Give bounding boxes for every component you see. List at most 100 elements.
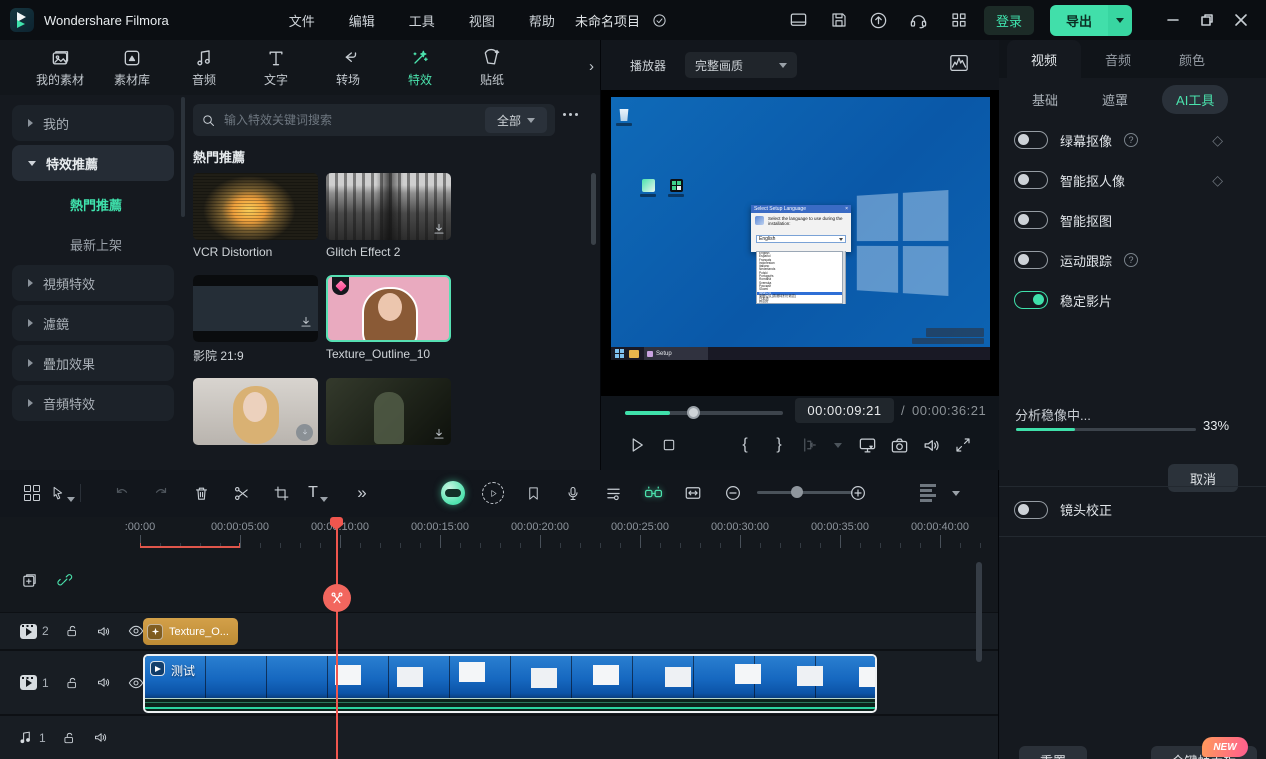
lock-icon[interactable] xyxy=(63,674,81,692)
mute-icon[interactable] xyxy=(95,622,113,640)
tab-text[interactable]: 文字 xyxy=(240,48,312,88)
save-icon[interactable] xyxy=(824,7,854,33)
link-clips-icon[interactable] xyxy=(54,569,76,591)
downloading-icon[interactable] xyxy=(296,424,313,441)
support-headset-icon[interactable] xyxy=(904,7,934,33)
delete-icon[interactable] xyxy=(189,481,213,505)
sidebar-item-hot[interactable]: 熱門推薦 xyxy=(70,195,122,214)
media-layout-icon[interactable] xyxy=(20,481,44,505)
playhead-split-button[interactable] xyxy=(323,584,351,612)
sidebar-item-newest[interactable]: 最新上架 xyxy=(70,235,122,254)
tab-stock-media[interactable]: 素材库 xyxy=(96,48,168,88)
sidebar-item-mine[interactable]: 我的 xyxy=(12,105,174,141)
play-button[interactable] xyxy=(625,433,649,457)
undo-icon[interactable] xyxy=(110,481,134,505)
sidebar-item-recommended[interactable]: 特效推薦 xyxy=(12,145,174,181)
quality-dropdown[interactable]: 完整画质 xyxy=(685,52,797,78)
tab-transition[interactable]: 转场 xyxy=(312,48,384,88)
volume-button[interactable] xyxy=(919,433,943,457)
display-device-button[interactable] xyxy=(855,433,879,457)
lens-correction-toggle[interactable] xyxy=(1014,501,1048,519)
menu-edit[interactable]: 编辑 xyxy=(349,11,375,30)
timeline-zoom-slider[interactable] xyxy=(757,491,853,494)
trim-dropdown[interactable] xyxy=(826,433,850,457)
screen-recorder-icon[interactable] xyxy=(784,7,814,33)
audio-mixer-icon[interactable] xyxy=(601,481,625,505)
scene-detection-icon[interactable] xyxy=(641,481,665,505)
menu-file[interactable]: 文件 xyxy=(289,11,315,30)
crop-icon[interactable] xyxy=(269,481,293,505)
ai-copilot-icon[interactable] xyxy=(441,481,465,505)
hide-track-eye-icon[interactable] xyxy=(127,622,145,640)
clip-test-video[interactable]: 测试 xyxy=(143,654,877,713)
menu-tools[interactable]: 工具 xyxy=(409,11,435,30)
login-button[interactable]: 登录 xyxy=(984,6,1034,35)
export-button[interactable]: 导出 xyxy=(1050,5,1132,36)
green-screen-toggle[interactable] xyxy=(1014,131,1048,149)
zoom-out-icon[interactable] xyxy=(721,481,745,505)
stop-button[interactable] xyxy=(657,433,681,457)
effect-item-dark[interactable] xyxy=(326,378,451,445)
effect-item-glitch[interactable]: Glitch Effect 2 xyxy=(326,173,451,259)
mute-icon[interactable] xyxy=(92,729,110,747)
effect-item-texture-outline[interactable]: Texture_Outline_10 xyxy=(326,275,451,361)
download-icon[interactable] xyxy=(299,315,313,329)
lock-icon[interactable] xyxy=(63,622,81,640)
voiceover-mic-icon[interactable] xyxy=(561,481,585,505)
menu-help[interactable]: 帮助 xyxy=(529,11,555,30)
tab-effects[interactable]: 特效 xyxy=(384,48,456,88)
filter-dropdown[interactable]: 全部 xyxy=(485,107,547,133)
cancel-button[interactable]: 取消 xyxy=(1168,464,1238,492)
reset-button[interactable]: 重置 xyxy=(1019,746,1087,759)
sidebar-item-audio-effects[interactable]: 音頻特效 xyxy=(12,385,174,421)
tabs-expand-chevron[interactable]: › xyxy=(589,58,594,75)
zoom-in-icon[interactable] xyxy=(846,481,870,505)
snapshot-button[interactable] xyxy=(887,433,911,457)
effect-item-portrait[interactable] xyxy=(193,378,318,445)
minimize-button[interactable] xyxy=(1156,0,1190,40)
scopes-icon[interactable] xyxy=(949,54,969,77)
lock-icon[interactable] xyxy=(60,729,78,747)
split-scissors-icon[interactable] xyxy=(229,481,253,505)
subtab-mask[interactable]: 遮罩 xyxy=(1102,90,1128,109)
track-height-icon[interactable] xyxy=(916,481,940,505)
help-icon[interactable]: ? xyxy=(1124,133,1138,147)
export-dropdown[interactable] xyxy=(1108,5,1132,36)
hide-track-eye-icon[interactable] xyxy=(127,674,145,692)
tab-my-media[interactable]: 我的素材 xyxy=(24,48,96,88)
tab-audio-props[interactable]: 音频 xyxy=(1081,40,1155,78)
tab-audio[interactable]: 音频 xyxy=(168,48,240,88)
menu-view[interactable]: 视图 xyxy=(469,11,495,30)
seek-handle[interactable] xyxy=(687,406,700,419)
track-height-dropdown[interactable] xyxy=(944,481,968,505)
search-input[interactable] xyxy=(224,113,454,127)
effects-scrollbar[interactable] xyxy=(591,173,596,245)
marker-icon[interactable] xyxy=(521,481,545,505)
more-tools-icon[interactable]: » xyxy=(350,481,374,505)
stabilization-toggle[interactable] xyxy=(1014,291,1048,309)
smart-cutout-toggle[interactable] xyxy=(1014,211,1048,229)
download-icon[interactable] xyxy=(432,222,446,236)
close-button[interactable] xyxy=(1224,0,1258,40)
playhead[interactable] xyxy=(336,517,338,759)
auto-ripple-icon[interactable] xyxy=(681,481,705,505)
subtab-basic[interactable]: 基础 xyxy=(1032,90,1058,109)
effects-search[interactable]: 全部 xyxy=(193,104,555,136)
tab-video[interactable]: 视频 xyxy=(1007,40,1081,78)
sidebar-item-filters[interactable]: 濾鏡 xyxy=(12,305,174,341)
mark-out-button[interactable]: } xyxy=(767,433,791,457)
effect-item-vcr[interactable]: VCR Distortion xyxy=(193,173,318,259)
fullscreen-button[interactable] xyxy=(951,433,975,457)
sidebar-item-video-effects[interactable]: 視頻特效 xyxy=(12,265,174,301)
select-tool-icon[interactable] xyxy=(51,481,75,505)
effect-item-cinema[interactable]: 影院 21:9 xyxy=(193,275,318,364)
apps-grid-icon[interactable] xyxy=(944,7,974,33)
seek-bar[interactable] xyxy=(625,411,783,415)
subtab-ai-tools[interactable]: AI工具 xyxy=(1162,85,1228,114)
download-icon[interactable] xyxy=(432,427,446,441)
zoom-slider-handle[interactable] xyxy=(791,486,803,498)
ai-portrait-toggle[interactable] xyxy=(1014,171,1048,189)
timeline-ruler[interactable]: :00:00 00:00:05:00 00:00:10:00 00:00:15:… xyxy=(0,517,998,557)
text-tool-icon[interactable]: T xyxy=(306,481,330,505)
redo-icon[interactable] xyxy=(149,481,173,505)
